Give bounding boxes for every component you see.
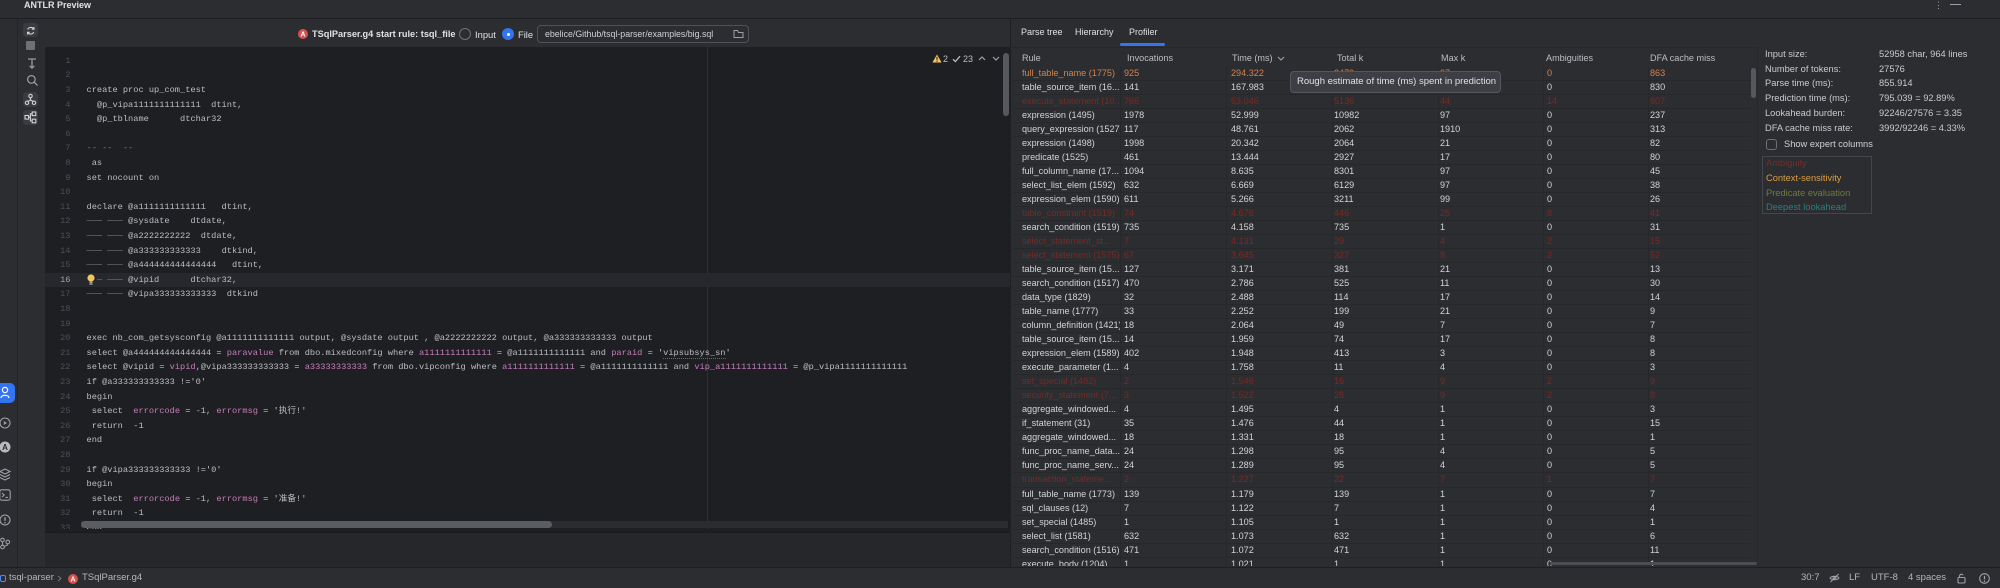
svg-text:A: A <box>300 32 305 39</box>
svg-text:A: A <box>2 443 8 452</box>
svg-text:A: A <box>70 576 75 583</box>
